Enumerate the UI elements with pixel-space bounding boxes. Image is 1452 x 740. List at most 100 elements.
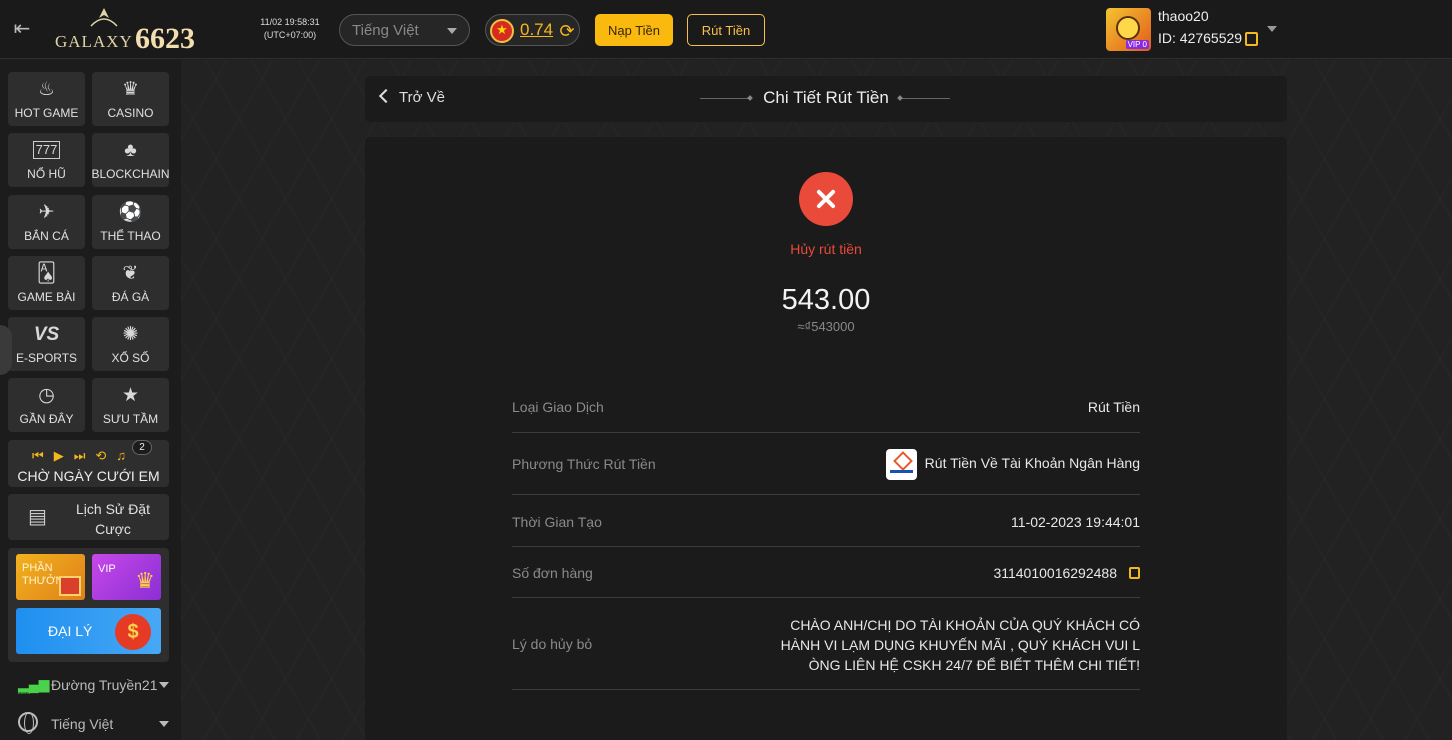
reward-label: PHẦN THƯỞNG (22, 562, 72, 587)
sidebar-item-cockfight[interactable]: ❦ ĐÁ GÀ (92, 256, 169, 310)
clock-date: 11/02 19:58:31 (260, 17, 320, 27)
bet-history-button[interactable]: ▤ Lịch Sử Đặt Cược (8, 494, 169, 540)
copy-order-icon[interactable] (1129, 567, 1140, 580)
sidebar-item-recent[interactable]: ◷ GẦN ĐÂY (8, 378, 85, 432)
detail-key: Loại Giao Dịch (512, 399, 604, 415)
sidebar-item-casino[interactable]: ♛ CASINO (92, 72, 169, 126)
balance-box: 0.74 ⟳ (485, 14, 580, 46)
sidebar-item-label: E-SPORTS (15, 351, 78, 365)
sidebar-item-label: GAME BÀI (17, 290, 76, 304)
lottery-icon: ✺ (122, 324, 139, 345)
logo-word: GALAXY (55, 32, 133, 51)
sidebar-item-label: BẮN CÁ (24, 229, 69, 243)
page-title: Chi Tiết Rút Tiền (763, 88, 889, 107)
amount: 543.00 (781, 284, 871, 316)
vip-badge: VIP 0 (1125, 40, 1149, 49)
copy-id-icon[interactable] (1245, 32, 1258, 46)
sidebar-item-sports[interactable]: ⚽ THỂ THAO (92, 195, 169, 249)
casino-icon: ♛ (121, 79, 140, 100)
detail-value-wrap: 3114010016292488 (993, 565, 1140, 581)
top-header: ⇤ GALAXY 6623 11/02 19:58:31 (UTC+07:00)… (0, 0, 1452, 59)
title-decoration-right (900, 98, 950, 99)
avatar-face-icon (1116, 16, 1140, 40)
sidebar-item-hot-game[interactable]: ♨ HOT GAME (8, 72, 85, 126)
sidebar-item-label: XỔ SỐ (111, 351, 150, 365)
sidebar-item-label: BLOCKCHAIN (91, 167, 170, 181)
amount-converted: ≈₫543000 (797, 319, 855, 334)
detail-key: Số đơn hàng (512, 565, 593, 581)
sidebar-item-blockchain[interactable]: ♣ BLOCKCHAIN (91, 133, 170, 187)
detail-value: Rút Tiền Về Tài Khoản Ngân Hàng (924, 455, 1140, 471)
cancel-status-icon (799, 172, 853, 226)
music-count-badge: 2 (132, 440, 152, 455)
refresh-icon[interactable]: ⟳ (557, 21, 577, 41)
signal-latency: 20ms (18, 690, 31, 696)
sidebar-item-esports[interactable]: VS E-SPORTS (8, 317, 85, 371)
detail-row-order: Số đơn hàng 3114010016292488 (512, 547, 1140, 598)
username: thaoo20 (1158, 8, 1209, 24)
promo-panel: PHẦN THƯỞNG VIP ♛ ĐẠI LÝ $ (8, 548, 169, 662)
agent-label: ĐẠI LÝ (48, 623, 93, 639)
sidebar-item-card-games[interactable]: 🂡 GAME BÀI (8, 256, 85, 310)
sidebar-item-collection[interactable]: ★ SƯU TẦM (92, 378, 169, 432)
language-select[interactable]: Tiếng Việt (339, 14, 470, 46)
clock: 11/02 19:58:31 (UTC+07:00) (252, 16, 328, 42)
detail-key: Lý do hủy bỏ (512, 636, 593, 652)
reward-button[interactable]: PHẦN THƯỞNG (16, 554, 85, 600)
galaxy-logo[interactable]: GALAXY 6623 (55, 6, 220, 55)
language-value: Tiếng Việt (352, 21, 419, 39)
music-player[interactable]: ⏮▶⏭⟲♫ 2 CHỜ NGÀY CƯỚI EM (8, 440, 169, 487)
fish-icon: ✈ (38, 202, 55, 223)
sidebar-item-label: NỔ HŨ (27, 167, 66, 181)
vip-label: VIP (98, 563, 116, 575)
vip-button[interactable]: VIP ♛ (92, 554, 161, 600)
user-id: ID: 42765529 (1158, 30, 1243, 46)
receipt-icon: ▤ (28, 506, 47, 528)
avatar[interactable]: VIP 0 (1106, 8, 1151, 51)
slot-icon: 777 (32, 141, 61, 159)
bank-logo-icon (885, 448, 917, 480)
detail-key: Thời Gian Tạo (512, 514, 602, 530)
clock-timezone: (UTC+07:00) (263, 30, 317, 40)
menu-collapse-icon[interactable]: ⇤ (10, 18, 34, 40)
sidebar-item-label: THỂ THAO (100, 229, 161, 243)
music-controls-icon[interactable]: ⏮▶⏭⟲♫ (32, 448, 136, 464)
detail-value: CHÀO ANH/CHỊ DO TÀI KHOẢN CỦA QUÝ KHÁCH … (780, 617, 1140, 673)
crown-icon: ♛ (135, 568, 155, 593)
sidebar-item-slots[interactable]: 777 NỔ HŨ (8, 133, 85, 187)
sidebar: ♨ HOT GAME ♛ CASINO 777 NỔ HŨ ♣ BLOCKCHA… (0, 60, 181, 740)
sidebar-toggle-tab[interactable] (0, 325, 12, 375)
gift-icon (59, 576, 81, 596)
sidebar-item-lottery[interactable]: ✺ XỔ SỐ (92, 317, 169, 371)
deposit-button[interactable]: Nạp Tiền (595, 14, 673, 46)
detail-row-method: Phương Thức Rút Tiền Rút Tiền Về Tài Kho… (512, 433, 1140, 495)
chevron-down-icon (447, 28, 457, 34)
user-menu-chevron-icon[interactable] (1267, 26, 1277, 32)
sidebar-item-label: SƯU TẦM (102, 412, 159, 426)
detail-value: Rút Tiền (1087, 399, 1140, 415)
bet-history-label: Lịch Sử Đặt Cược (76, 501, 150, 537)
agent-button[interactable]: ĐẠI LÝ $ (16, 608, 161, 654)
history-icon: ◷ (38, 385, 55, 406)
flame-icon: ♨ (37, 79, 56, 100)
sidebar-item-label: HOT GAME (14, 106, 79, 120)
sidebar-item-label: CASINO (107, 106, 154, 120)
logo-number: 6623 (135, 22, 195, 55)
withdraw-detail-panel: Hủy rút tiền 543.00 ≈₫543000 Loại Giao D… (365, 137, 1287, 740)
detail-row-type: Loại Giao Dịch Rút Tiền (512, 389, 1140, 433)
stream-select[interactable]: ▂▄▆ 20ms Đường Truyền21 (18, 674, 173, 698)
status-text: Hủy rút tiền (790, 241, 862, 257)
detail-key: Phương Thức Rút Tiền (512, 456, 656, 472)
withdraw-button[interactable]: Rút Tiền (687, 14, 765, 46)
balance-value[interactable]: 0.74 (520, 20, 553, 40)
soccer-ball-icon: ⚽ (118, 202, 143, 223)
sidebar-language-label: Tiếng Việt (51, 716, 114, 732)
sidebar-item-fishing[interactable]: ✈ BẮN CÁ (8, 195, 85, 249)
blockchain-icon: ♣ (124, 140, 137, 161)
sidebar-language-select[interactable]: Tiếng Việt (18, 712, 173, 736)
detail-row-time: Thời Gian Tạo 11-02-2023 19:44:01 (512, 495, 1140, 547)
stream-label: Đường Truyền21 (51, 677, 158, 693)
star-icon: ★ (121, 385, 140, 406)
rooster-icon: ❦ (122, 263, 139, 284)
chevron-down-icon (159, 721, 169, 727)
